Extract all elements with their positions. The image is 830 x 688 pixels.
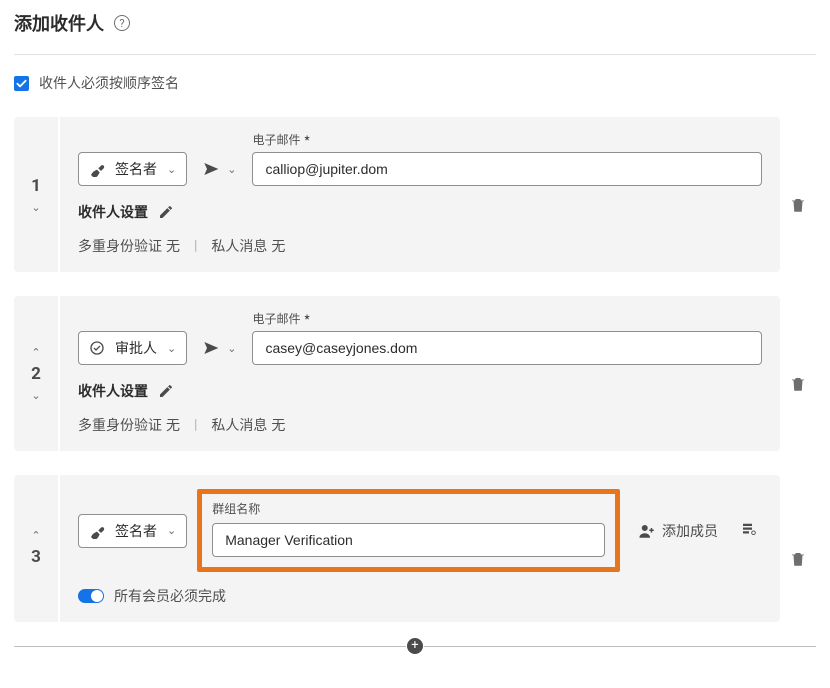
email-label: 电子邮件*: [252, 131, 762, 148]
private-message-label: 私人消息: [211, 239, 267, 255]
private-message-value: 无: [271, 239, 285, 255]
recipient-meta: 多重身份验证无 | 私人消息无: [78, 415, 762, 435]
order-number: 2: [31, 364, 41, 384]
divider: [14, 54, 816, 55]
paper-plane-icon: [203, 340, 219, 356]
chevron-up-icon[interactable]: ⌃: [31, 530, 40, 541]
help-icon[interactable]: ?: [114, 15, 130, 31]
pen-nib-icon: [89, 161, 105, 177]
delivery-select[interactable]: ⌄: [197, 331, 242, 365]
role-label: 审批人: [115, 338, 157, 358]
meta-separator: |: [194, 417, 197, 433]
page-title: 添加收件人: [14, 10, 104, 36]
group-settings-button[interactable]: [736, 520, 762, 542]
chevron-down-icon: ⌄: [227, 342, 236, 355]
add-recipient-divider: +: [14, 646, 816, 647]
mfa-label: 多重身份验证: [78, 239, 162, 255]
user-plus-icon: [638, 522, 656, 540]
paper-plane-icon: [203, 161, 219, 177]
recipient-card: 1 ⌄ 签名者 ⌄ ⌄ 电子邮件* 收件人设置: [14, 117, 816, 272]
order-number: 3: [31, 547, 41, 567]
add-member-label: 添加成员: [662, 521, 718, 541]
pencil-icon[interactable]: [158, 383, 174, 399]
recipient-settings-title: 收件人设置: [78, 202, 148, 222]
trash-icon[interactable]: [789, 550, 807, 568]
role-select[interactable]: 签名者 ⌄: [78, 152, 187, 186]
order-signing-label: 收件人必须按顺序签名: [39, 73, 179, 93]
add-recipient-button[interactable]: +: [406, 637, 424, 655]
chevron-up-icon[interactable]: ⌃: [31, 347, 40, 358]
pencil-icon[interactable]: [158, 204, 174, 220]
role-label: 签名者: [115, 159, 157, 179]
add-member-button[interactable]: 添加成员: [630, 514, 726, 548]
private-message-label: 私人消息: [211, 418, 267, 434]
plus-icon: +: [407, 638, 423, 654]
group-name-input[interactable]: [212, 523, 605, 557]
trash-icon[interactable]: [789, 196, 807, 214]
chevron-down-icon: ⌄: [167, 163, 176, 176]
recipient-group-card: ⌃ 3 签名者 ⌄ 群组名称 添加成员: [14, 475, 816, 622]
role-label: 签名者: [115, 521, 157, 541]
trash-icon[interactable]: [789, 375, 807, 393]
order-column: ⌃ 3: [14, 475, 58, 622]
role-select[interactable]: 审批人 ⌄: [78, 331, 187, 365]
check-icon: [16, 78, 27, 89]
chevron-down-icon[interactable]: ⌄: [31, 390, 40, 401]
chevron-down-icon: ⌄: [227, 163, 236, 176]
all-must-complete-label: 所有会员必须完成: [114, 586, 226, 606]
chevron-down-icon: ⌄: [167, 342, 176, 355]
recipient-card: ⌃ 2 ⌄ 审批人 ⌄ ⌄ 电子邮件* 收件人设置: [14, 296, 816, 451]
pen-nib-icon: [89, 523, 105, 539]
email-label: 电子邮件*: [252, 310, 762, 327]
recipient-meta: 多重身份验证无 | 私人消息无: [78, 236, 762, 256]
email-input[interactable]: [252, 331, 762, 365]
private-message-value: 无: [271, 418, 285, 434]
role-select[interactable]: 签名者 ⌄: [78, 514, 187, 548]
order-column: 1 ⌄: [14, 117, 58, 272]
mfa-label: 多重身份验证: [78, 418, 162, 434]
mfa-value: 无: [166, 239, 180, 255]
email-input[interactable]: [252, 152, 762, 186]
order-column: ⌃ 2 ⌄: [14, 296, 58, 451]
group-name-label: 群组名称: [212, 500, 605, 517]
all-must-complete-toggle[interactable]: [78, 589, 104, 603]
check-circle-icon: [89, 340, 105, 356]
order-signing-checkbox[interactable]: [14, 76, 29, 91]
delivery-select[interactable]: ⌄: [197, 152, 242, 186]
order-signing-checkbox-row: 收件人必须按顺序签名: [14, 73, 816, 93]
chevron-down-icon[interactable]: ⌄: [31, 202, 40, 213]
settings-queue-icon: [740, 520, 758, 538]
meta-separator: |: [194, 238, 197, 254]
order-number: 1: [31, 176, 41, 196]
group-name-highlight: 群组名称: [197, 489, 620, 572]
recipient-settings-title: 收件人设置: [78, 381, 148, 401]
chevron-down-icon: ⌄: [167, 524, 176, 537]
mfa-value: 无: [166, 418, 180, 434]
